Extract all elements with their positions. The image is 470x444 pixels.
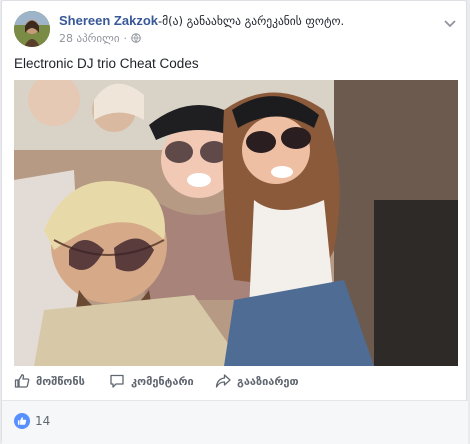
share-button[interactable]: გააზიარეთ <box>215 373 299 389</box>
post-date[interactable]: 28 აპრილი <box>59 32 120 45</box>
globe-icon[interactable] <box>131 32 141 46</box>
share-icon <box>215 374 231 388</box>
like-reaction-icon <box>14 413 30 429</box>
post-action-text: -მ(ა) განაახლა გარეკანის ფოტო. <box>158 14 345 28</box>
chevron-down-icon[interactable] <box>444 13 456 32</box>
avatar[interactable] <box>14 11 50 47</box>
post-actions: მოშწონს კომენტარი გააზიარეთ <box>2 371 468 399</box>
comment-icon <box>110 374 124 388</box>
reactions-footer: 14 <box>2 401 468 444</box>
like-label: მოშწონს <box>36 374 85 388</box>
post-photo[interactable] <box>14 80 458 366</box>
meta-separator: · <box>123 32 128 45</box>
comment-button[interactable]: კომენტარი <box>109 373 194 389</box>
thumbs-up-icon <box>14 374 30 388</box>
author-name[interactable]: Shereen Zakzok <box>59 13 158 28</box>
share-label: გააზიარეთ <box>237 374 299 388</box>
reaction-summary[interactable]: 14 <box>14 413 50 429</box>
post-text: Electronic DJ trio Cheat Codes <box>14 56 199 71</box>
post-header: Shereen Zakzok-მ(ა) განაახლა გარეკანის ფ… <box>59 13 344 28</box>
comment-label: კომენტარი <box>131 374 194 388</box>
post-card: Shereen Zakzok-მ(ა) განაახლა გარეკანის ფ… <box>1 0 468 444</box>
reaction-count: 14 <box>35 414 51 428</box>
post-meta: 28 აპრილი · <box>59 32 141 46</box>
like-button[interactable]: მოშწონს <box>14 373 85 389</box>
